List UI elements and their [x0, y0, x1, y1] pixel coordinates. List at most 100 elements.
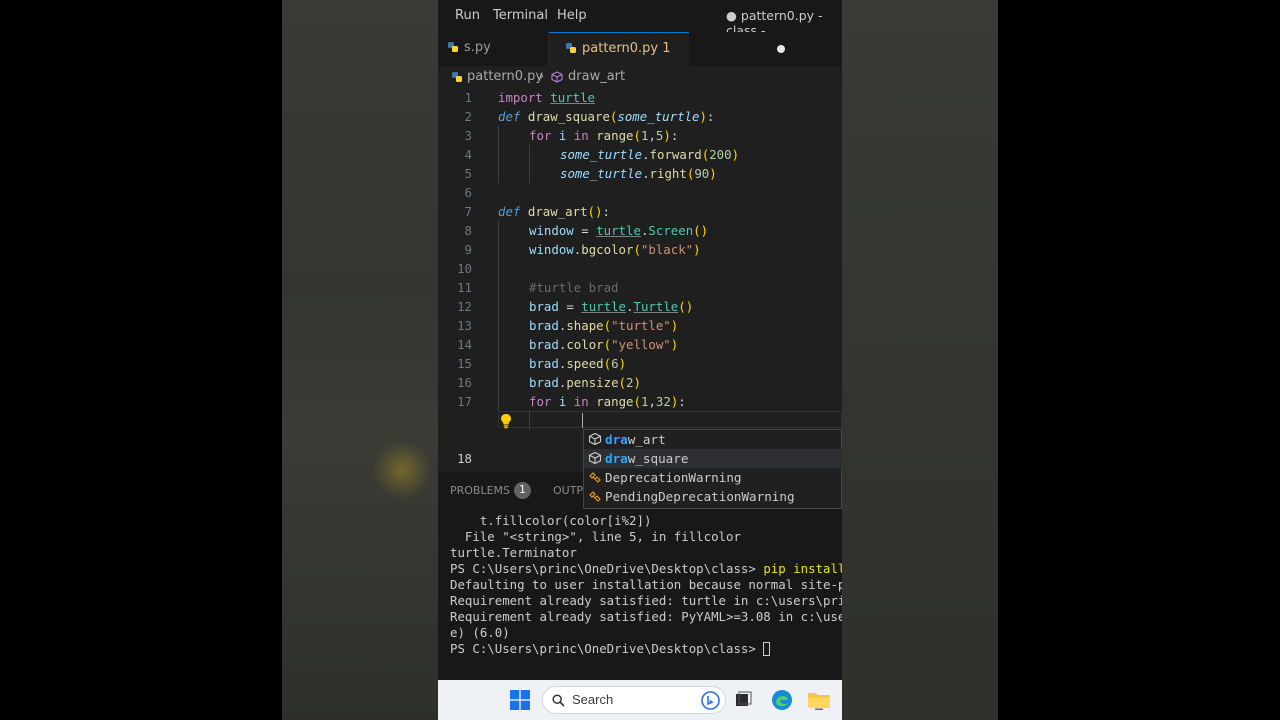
line-number: 8: [464, 223, 472, 238]
terminal-panel[interactable]: t.fillcolor(color[i%2]) File "<string>",…: [438, 508, 842, 680]
suggestion-draw-square[interactable]: draw_square: [584, 449, 842, 468]
token: turtle: [550, 90, 595, 105]
token: window: [529, 223, 574, 238]
terminal-line: turtle.Terminator: [450, 545, 577, 560]
suggestion-label: PendingDeprecationWarning: [605, 489, 795, 504]
terminal-command: pip install: [763, 561, 842, 576]
method-cube-icon: [588, 432, 602, 446]
suggestion-label: w_square: [627, 451, 689, 466]
search-icon: [552, 694, 565, 707]
line-number: 4: [464, 147, 472, 162]
method-cube-icon: [588, 451, 602, 465]
token: Turtle: [633, 299, 679, 314]
class-icon: [589, 491, 601, 502]
code-editor[interactable]: 1 import turtle 2 def draw_square(some_tur…: [438, 88, 842, 523]
blurred-background-left: [282, 0, 438, 720]
line-number: 17: [457, 394, 472, 409]
token: "turtle": [611, 318, 671, 333]
token: window: [529, 242, 574, 257]
tab-problems[interactable]: PROBLEMS: [450, 484, 510, 497]
token: def: [498, 109, 521, 124]
menu-run[interactable]: Run: [455, 8, 480, 23]
token: right: [649, 166, 687, 181]
letterbox-right: [998, 0, 1280, 720]
text-cursor: [582, 413, 583, 428]
lightbulb-icon[interactable]: [499, 413, 513, 429]
unsaved-dot-icon[interactable]: [777, 45, 785, 53]
token: brad: [529, 337, 559, 352]
token: speed: [566, 356, 604, 371]
breadcrumb-symbol[interactable]: draw_art: [568, 66, 625, 88]
token: import: [498, 90, 543, 105]
current-line-highlight: [498, 411, 842, 428]
breadcrumb-file[interactable]: pattern0.py: [467, 66, 543, 88]
search-placeholder: Search: [572, 692, 614, 707]
token: brad: [529, 318, 559, 333]
code-line: 7 def draw_art():: [438, 202, 842, 221]
menu-help[interactable]: Help: [557, 8, 587, 23]
suggestion-pending-deprecation-warning[interactable]: PendingDeprecationWarning: [584, 487, 842, 506]
terminal-prompt: PS C:\Users\princ\OneDrive\Desktop\class…: [450, 561, 764, 576]
token: 90: [694, 166, 710, 181]
menu-bar: Run Terminal Help ● pattern0.py - class …: [438, 0, 842, 38]
suggestion-label: DeprecationWarning: [605, 470, 742, 485]
token: color: [566, 337, 604, 352]
problems-count-badge: 1: [514, 482, 531, 499]
blurred-background-right: [842, 0, 998, 720]
code-line: 11 #turtle brad: [438, 278, 842, 297]
terminal-line: PS C:\Users\princ\OneDrive\Desktop\class…: [450, 561, 842, 577]
token: in: [573, 394, 589, 409]
token: 32: [655, 394, 671, 409]
file-explorer-icon[interactable]: [807, 690, 831, 710]
line-number: 16: [457, 375, 472, 390]
windows-start-icon[interactable]: [510, 690, 530, 710]
breadcrumb: pattern0.py › draw_art: [438, 66, 842, 88]
bing-chat-icon[interactable]: [701, 691, 720, 710]
code-line: 4 some_turtle.forward(200): [438, 145, 842, 164]
terminal-line: Defaulting to user installation because …: [450, 577, 842, 592]
line-number: 9: [464, 242, 472, 257]
match-text: dra: [605, 451, 628, 466]
suggestion-draw-art[interactable]: draw_art: [584, 430, 842, 449]
code-line: 14 brad.color("yellow"): [438, 335, 842, 354]
edge-browser-icon[interactable]: [771, 689, 793, 711]
terminal-line: t.fillcolor(color[i%2]): [450, 513, 652, 528]
token: range: [596, 394, 634, 409]
token: for: [529, 128, 552, 143]
tab-output[interactable]: OUTPUT: [553, 484, 583, 497]
code-line-current: 18 dra: [438, 411, 842, 523]
task-view-icon[interactable]: [735, 691, 753, 709]
code-line: 13 brad.shape("turtle"): [438, 316, 842, 335]
token: some_turtle: [617, 109, 700, 124]
python-file-icon: [448, 42, 458, 52]
terminal-line: Requirement already satisfied: turtle in…: [450, 593, 842, 608]
line-number: 3: [464, 128, 472, 143]
token: Screen: [648, 223, 694, 238]
tab-s-py[interactable]: s.py: [438, 32, 549, 66]
token: brad: [529, 356, 559, 371]
line-number: 12: [457, 299, 472, 314]
token: "black": [640, 242, 694, 257]
token: draw_art: [527, 204, 588, 219]
suggestion-deprecation-warning[interactable]: DeprecationWarning: [584, 468, 842, 487]
code-line: 3 for i in range(1,5):: [438, 126, 842, 145]
menu-terminal[interactable]: Terminal: [493, 8, 548, 23]
code-line: 16 brad.pensize(2): [438, 373, 842, 392]
code-line: 8 window = turtle.Screen(): [438, 221, 842, 240]
token: i: [558, 394, 567, 409]
line-number: 2: [464, 109, 472, 124]
code-line: 10: [438, 259, 842, 278]
tab-pattern0-py[interactable]: pattern0.py 1: [549, 32, 785, 67]
taskbar-search-box[interactable]: Search: [542, 686, 726, 714]
tab-label: s.py: [464, 40, 491, 55]
token: draw_square: [527, 109, 610, 124]
tab-label: pattern0.py 1: [582, 41, 671, 56]
vscode-window: Run Terminal Help ● pattern0.py - class …: [438, 0, 842, 680]
token: turtle: [581, 299, 627, 314]
token: some_turtle: [560, 147, 643, 162]
token: "yellow": [611, 337, 671, 352]
class-icon: [589, 472, 601, 483]
code-line: 15 brad.speed(6): [438, 354, 842, 373]
code-line: 2 def draw_square(some_turtle):: [438, 107, 842, 126]
token: 200: [709, 147, 732, 162]
